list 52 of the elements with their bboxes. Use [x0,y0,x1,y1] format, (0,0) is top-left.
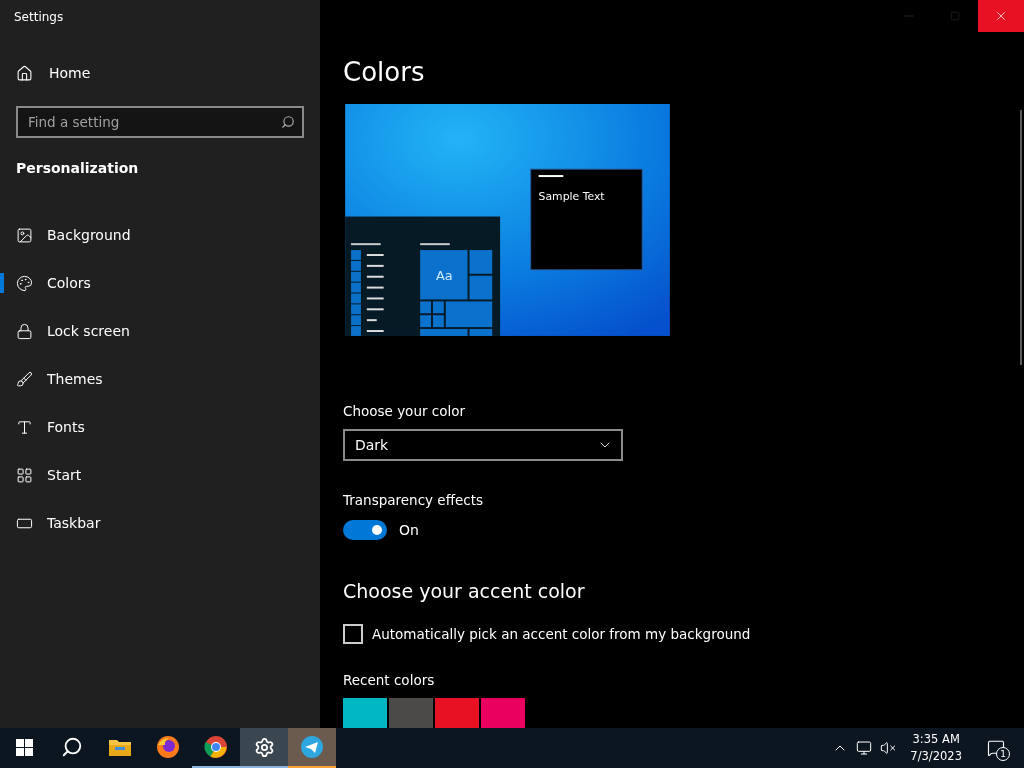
scrollbar[interactable] [1020,110,1022,365]
font-icon [16,418,33,436]
toggle-state: On [399,522,419,539]
nav-item[interactable]: Background [0,211,304,259]
checkbox-label: Automatically pick an accent color from my background [372,626,751,643]
tiles-icon [16,466,33,484]
message-icon [987,739,1005,757]
maximize-icon [950,11,960,21]
nav-item[interactable]: Taskbar [0,499,304,547]
section-heading: Personalization [16,160,140,178]
nav-item[interactable]: Start [0,451,304,499]
page-title: Colors [343,56,426,89]
field-label: Transparency effects [343,491,484,511]
color-swatch[interactable] [389,698,433,728]
color-swatch[interactable] [343,698,387,728]
palette-icon [16,274,33,292]
checkbox[interactable] [343,624,363,645]
notification-button[interactable]: 1 [976,728,1016,768]
nav-item[interactable]: Lock screen [0,307,304,355]
image-icon [16,226,33,244]
clock[interactable]: 3:35 AM 7/3/2023 [904,731,968,765]
taskbar-button[interactable] [288,728,336,768]
network-icon[interactable] [856,740,873,756]
home-link[interactable]: Home [16,49,304,97]
lock-icon [16,322,33,340]
taskbar-button[interactable] [240,728,288,768]
color-swatch[interactable] [481,698,525,728]
search-field[interactable]: Find a setting [16,106,304,138]
toggle-switch[interactable] [343,520,387,541]
folder-icon [109,738,131,756]
tile-label: Aa [435,267,453,283]
field-label: Recent colors [343,671,436,690]
search-icon [61,736,83,758]
mute-icon[interactable] [880,740,897,756]
browser-icon [156,735,180,759]
search-icon [281,115,295,129]
home-icon [16,64,33,82]
nav-item[interactable]: Themes [0,355,304,403]
field-label: Choose your color [343,402,467,422]
section-heading: Choose your accent color [343,579,586,605]
close-icon [994,9,1008,23]
color-swatch[interactable] [435,698,479,728]
color-mode-dropdown[interactable]: Dark [343,429,623,461]
sample-text: Sample Text [538,189,605,203]
brush-icon [16,370,33,388]
gear-icon [253,736,275,758]
browser-icon [204,735,228,759]
window-title: Settings [14,9,65,26]
windows-logo-icon [15,738,33,756]
nav-item[interactable]: Fonts [0,403,304,451]
notification-count: 1 [996,747,1010,761]
paper-plane-icon [300,735,324,759]
